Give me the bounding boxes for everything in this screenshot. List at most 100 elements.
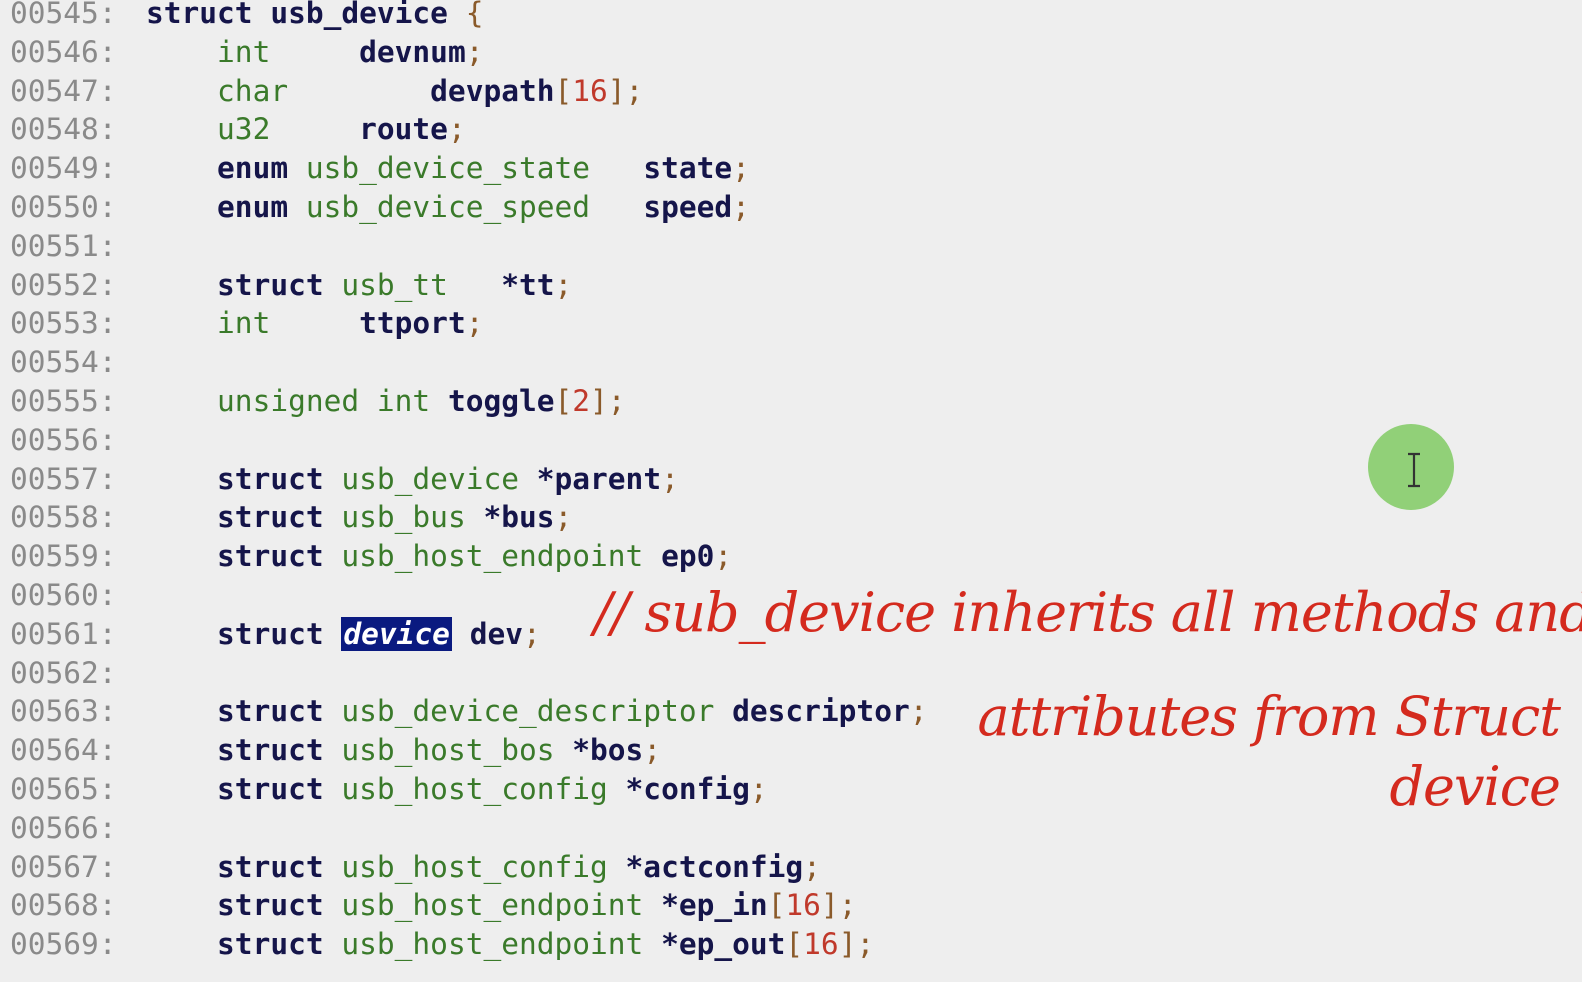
- code-token: ;: [554, 267, 573, 302]
- code-line[interactable]: 00569: struct usb_host_endpoint *ep_out[…: [10, 925, 1570, 964]
- code-token: usb_host_bos: [341, 733, 573, 768]
- line-number: 00547:: [10, 73, 117, 108]
- code-line[interactable]: 00553: int ttport;: [10, 304, 1570, 343]
- code-token: *tt: [501, 267, 555, 302]
- line-number: 00564:: [10, 733, 117, 768]
- code-token: struct: [146, 461, 342, 496]
- code-token: struct: [146, 733, 342, 768]
- code-token: dev: [451, 616, 523, 651]
- code-token: usb_device: [341, 461, 537, 496]
- line-number: 00565:: [10, 771, 117, 806]
- code-token: struct: [146, 771, 342, 806]
- code-token: struct: [146, 927, 342, 962]
- annotation-line-2: attributes from Struct: [977, 685, 1561, 748]
- code-token: [: [554, 73, 573, 108]
- line-number: 00560:: [10, 577, 117, 612]
- code-token: 2: [572, 383, 591, 418]
- code-line[interactable]: 00555: unsigned int toggle[2];: [10, 382, 1570, 421]
- code-token: state: [643, 151, 733, 186]
- line-number: 00562:: [10, 655, 117, 690]
- line-number: 00553:: [10, 306, 117, 341]
- line-number: 00563:: [10, 694, 117, 729]
- code-token: ;: [732, 151, 750, 186]
- code-token: devnum: [359, 34, 466, 69]
- code-line[interactable]: 00545: struct usb_device {: [10, 0, 1570, 33]
- line-number: 00568:: [10, 888, 117, 923]
- code-line[interactable]: 00546: int devnum;: [10, 33, 1570, 72]
- line-number: 00552:: [10, 267, 117, 302]
- selected-word: device: [341, 616, 452, 651]
- code-line[interactable]: 00552: struct usb_tt *tt;: [10, 266, 1570, 305]
- code-token: ;: [465, 34, 484, 69]
- code-token: usb_device: [270, 0, 448, 30]
- line-number: 00566:: [10, 810, 117, 845]
- code-token: *bus: [483, 500, 555, 535]
- code-token: usb_host_endpoint: [341, 539, 662, 574]
- code-line[interactable]: 00551:: [10, 227, 1570, 266]
- line-number: 00546:: [10, 34, 117, 69]
- code-token: ];: [820, 888, 857, 923]
- code-token: route: [359, 112, 448, 147]
- code-token: ;: [661, 461, 679, 496]
- line-number: 00557:: [10, 461, 117, 496]
- handwritten-annotation: // sub_device inherits all methods and a…: [560, 580, 1582, 840]
- code-token: char: [146, 73, 431, 108]
- code-token: usb_tt: [341, 267, 502, 302]
- code-token: struct: [146, 0, 271, 30]
- code-line[interactable]: 00557: struct usb_device *parent;: [10, 460, 1570, 499]
- line-number: 00550:: [10, 189, 117, 224]
- text-cursor-ibeam-icon: [1408, 452, 1420, 488]
- code-token: ;: [554, 500, 573, 535]
- annotation-line-3: device: [1389, 755, 1561, 818]
- line-number: 00561:: [10, 616, 117, 651]
- code-line[interactable]: 00547: char devpath[16];: [10, 72, 1570, 111]
- code-token: devpath: [430, 73, 555, 108]
- line-number: 00559:: [10, 539, 117, 574]
- code-token: usb_host_endpoint: [341, 888, 662, 923]
- line-number: 00558:: [10, 500, 117, 535]
- code-line[interactable]: 00556:: [10, 421, 1570, 460]
- code-token: usb_host_endpoint: [341, 927, 662, 962]
- line-number: 00567:: [10, 849, 117, 884]
- code-token: *ep_out: [661, 927, 786, 962]
- line-number: 00551:: [10, 228, 117, 263]
- code-line[interactable]: 00558: struct usb_bus *bus;: [10, 498, 1570, 537]
- code-line[interactable]: 00559: struct usb_host_endpoint ep0;: [10, 537, 1570, 576]
- code-token: int: [146, 34, 360, 69]
- code-token: 16: [785, 888, 821, 923]
- code-token: [: [785, 927, 804, 962]
- code-line[interactable]: 00549: enum usb_device_state state;: [10, 149, 1570, 188]
- code-token: usb_host_config: [341, 849, 626, 884]
- code-token: *parent: [536, 461, 662, 496]
- line-number: 00548:: [10, 112, 117, 147]
- line-number: 00556:: [10, 422, 117, 457]
- code-line[interactable]: 00568: struct usb_host_endpoint *ep_in[1…: [10, 886, 1570, 925]
- code-token: ;: [714, 539, 733, 574]
- code-token: usb_bus: [341, 500, 484, 535]
- code-token: struct: [146, 888, 342, 923]
- code-token: ;: [732, 189, 750, 224]
- code-line[interactable]: 00548: u32 route;: [10, 110, 1570, 149]
- line-number: 00569:: [10, 927, 117, 962]
- code-line[interactable]: 00550: enum usb_device_speed speed;: [10, 188, 1570, 227]
- code-token: toggle: [447, 383, 555, 418]
- line-number: 00545:: [10, 0, 117, 30]
- code-line[interactable]: 00554:: [10, 343, 1570, 382]
- code-token: ];: [590, 383, 626, 418]
- line-number: 00549:: [10, 151, 117, 186]
- code-token: ;: [447, 112, 466, 147]
- code-token: ;: [465, 306, 484, 341]
- code-token: 16: [572, 73, 608, 108]
- code-token: int: [146, 306, 360, 341]
- code-token: speed: [643, 189, 733, 224]
- code-token: struct: [146, 849, 342, 884]
- code-token: struct: [146, 539, 342, 574]
- code-token: usb_device_speed: [305, 189, 644, 224]
- code-token: struct: [146, 694, 342, 729]
- code-token: enum: [146, 189, 306, 224]
- code-token: ];: [607, 73, 644, 108]
- code-line[interactable]: 00567: struct usb_host_config *actconfig…: [10, 848, 1570, 887]
- code-token: struct: [146, 616, 342, 651]
- code-token: [: [554, 383, 573, 418]
- code-token: *ep_in: [661, 888, 768, 923]
